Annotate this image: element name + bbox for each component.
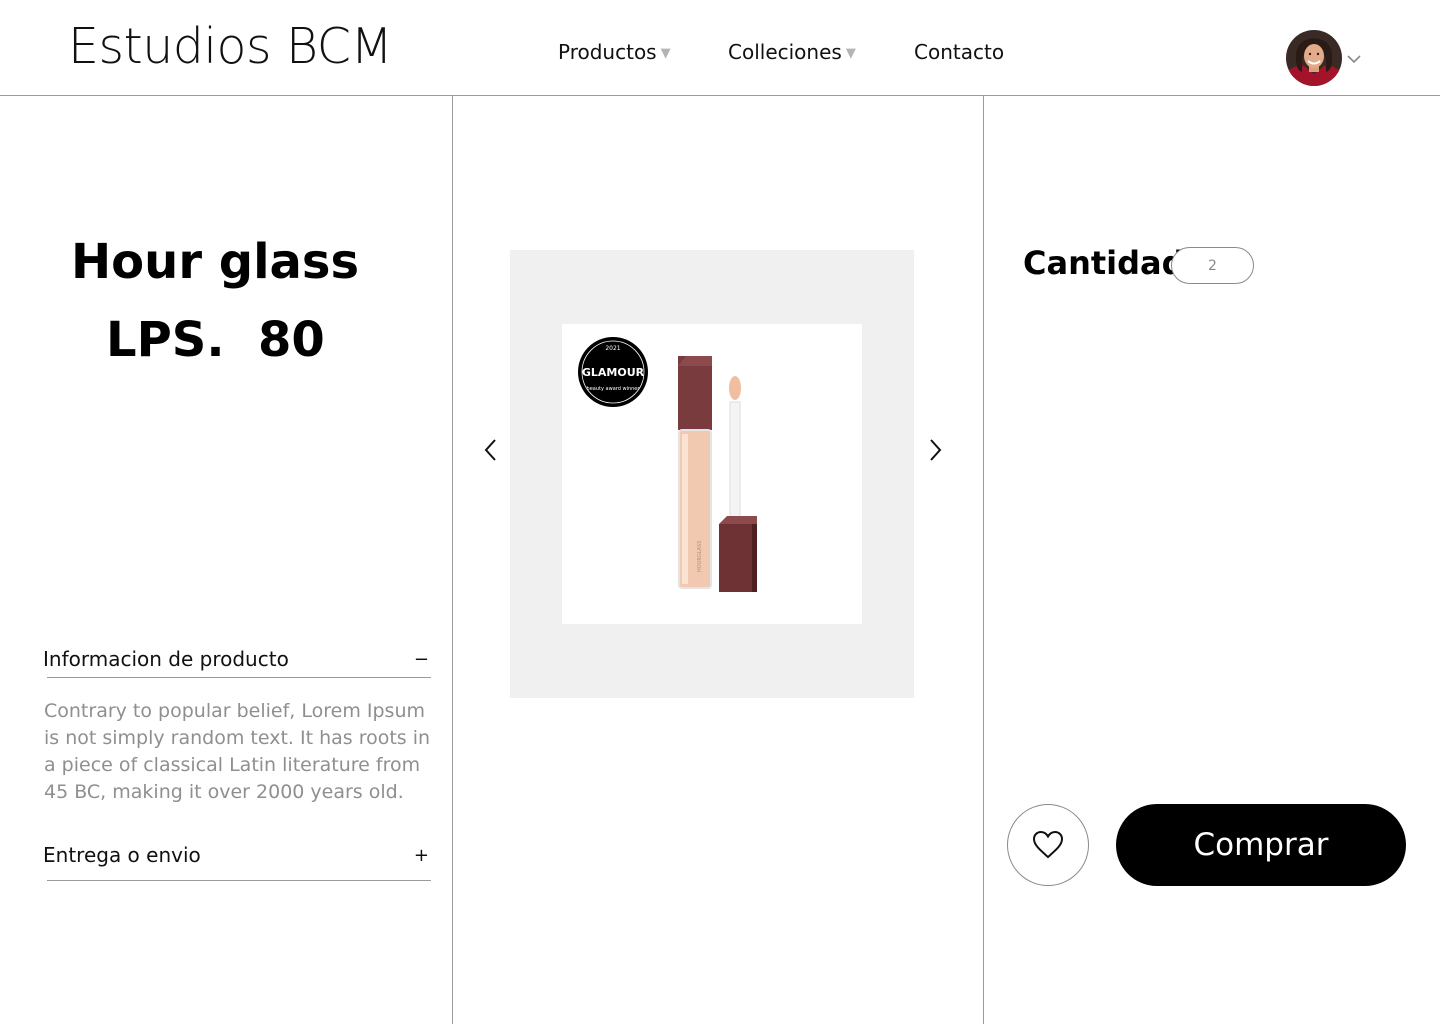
triangle-down-icon: ▼	[845, 46, 856, 61]
chevron-right-icon[interactable]	[924, 436, 948, 464]
column-divider	[452, 96, 453, 1024]
accordion-title: Entrega o envio	[43, 843, 201, 867]
badge-caption: beauty award winner	[587, 386, 641, 392]
buy-button[interactable]: Comprar	[1116, 804, 1406, 886]
nav-colleciones[interactable]: Colleciones ▼	[728, 40, 856, 64]
tube-brand: HOURGLASS	[697, 541, 703, 572]
badge-year: 2021	[605, 345, 620, 352]
minus-icon[interactable]: −	[414, 649, 429, 670]
avatar[interactable]	[1286, 30, 1342, 86]
nav-colleciones-label: Colleciones	[728, 40, 842, 64]
accordion-header-informacion[interactable]: Informacion de producto −	[43, 647, 431, 677]
chevron-left-icon[interactable]	[478, 436, 502, 464]
column-divider	[983, 96, 984, 1024]
brand-logo[interactable]: Estudios BCM	[68, 18, 393, 75]
accordion-header-entrega[interactable]: Entrega o envio +	[43, 843, 431, 873]
favorite-button[interactable]	[1007, 804, 1089, 886]
nav-productos[interactable]: Productos ▼	[558, 40, 671, 64]
badge-name: GLAMOUR	[582, 366, 645, 379]
product-price: LPS. 80	[106, 312, 325, 368]
accordion-body: Contrary to popular belief, Lorem Ipsum …	[44, 700, 431, 803]
plus-icon[interactable]: +	[414, 845, 429, 866]
product-photo: 2021 GLAMOUR beauty award winner HOURGLA…	[578, 337, 757, 592]
nav-contacto[interactable]: Contacto	[914, 40, 1004, 64]
award-badge: 2021 GLAMOUR beauty award winner	[578, 337, 648, 407]
avatar-photo	[1286, 30, 1342, 86]
triangle-down-icon: ▼	[660, 46, 671, 61]
product-name: Hour glass	[71, 234, 360, 290]
heart-icon	[1032, 830, 1064, 859]
accordion-divider	[47, 677, 431, 678]
nav-contacto-label: Contacto	[914, 40, 1005, 64]
accordion-title: Informacion de producto	[43, 647, 289, 671]
product-image: 2021 GLAMOUR beauty award winner HOURGLA…	[562, 324, 862, 624]
accordion-divider	[47, 880, 431, 881]
quantity-input[interactable]	[1171, 247, 1254, 284]
chevron-down-icon[interactable]	[1345, 50, 1363, 68]
site-header: Estudios BCM Productos ▼ Colleciones ▼ C…	[0, 0, 1440, 96]
nav-productos-label: Productos	[558, 40, 657, 64]
